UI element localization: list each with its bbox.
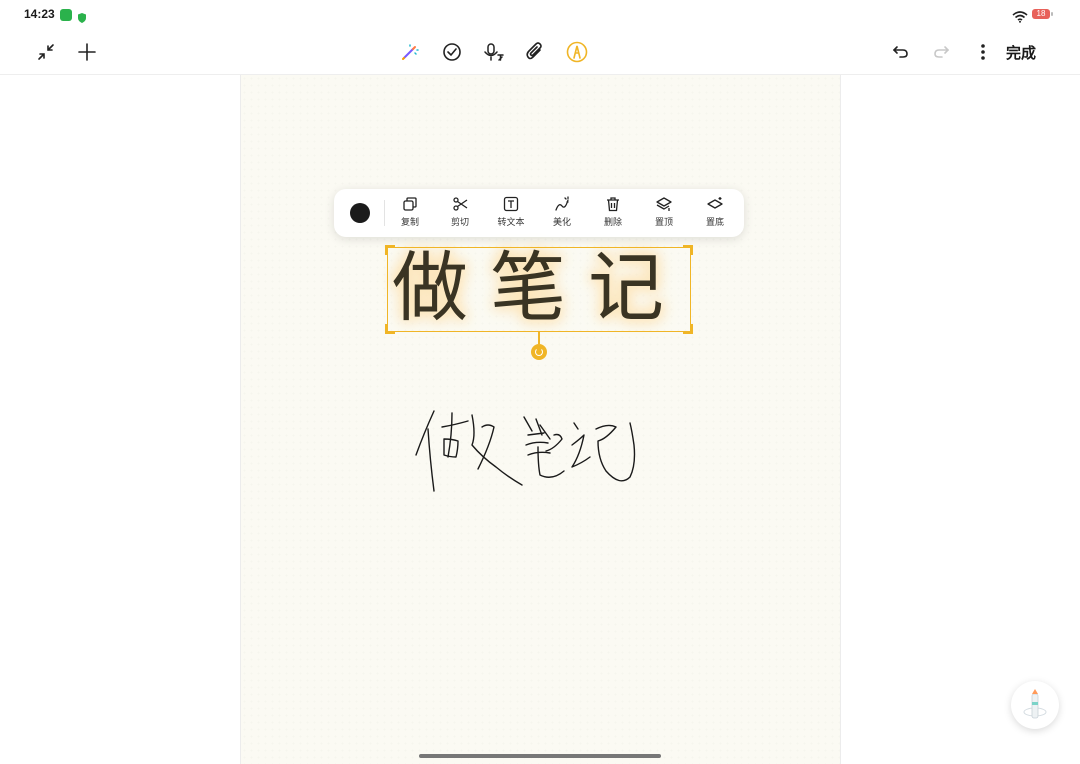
done-button[interactable]: 完成	[1006, 42, 1036, 63]
home-indicator[interactable]	[419, 754, 661, 758]
send-to-back-button[interactable]: 置底	[693, 196, 737, 232]
stylus-icon	[1023, 689, 1047, 719]
resize-handle-bottom-left[interactable]	[385, 324, 395, 334]
more-icon[interactable]	[967, 36, 999, 68]
cut-label: 剪切	[450, 218, 469, 228]
checkmark-icon[interactable]	[436, 36, 468, 68]
redo-icon[interactable]	[926, 36, 958, 68]
attachment-icon[interactable]	[519, 36, 551, 68]
status-bar: 14:23 18	[0, 0, 1080, 30]
convert-text-label: 转文本	[497, 218, 525, 228]
beautify-icon	[555, 196, 569, 211]
add-icon[interactable]	[71, 36, 103, 68]
battery-indicator: 18	[1032, 9, 1053, 19]
send-to-back-label: 置底	[705, 218, 724, 228]
copy-icon	[403, 197, 417, 211]
ink-color-swatch[interactable]	[350, 203, 370, 223]
rotate-handle[interactable]	[531, 344, 547, 360]
resize-handle-top-left[interactable]	[385, 245, 395, 255]
delete-button[interactable]: 删除	[591, 196, 635, 232]
top-toolbar: 完成	[0, 30, 1080, 75]
copy-label: 复制	[400, 218, 419, 228]
bring-to-front-icon	[656, 197, 672, 211]
bring-to-front-button[interactable]: 置顶	[642, 196, 686, 232]
scissors-icon	[453, 197, 468, 211]
beautify-button[interactable]: 美化	[540, 196, 584, 232]
status-time: 14:23	[24, 7, 55, 21]
handwriting-strokes[interactable]	[412, 405, 652, 501]
copy-button[interactable]: 复制	[388, 196, 432, 232]
convert-text-button[interactable]: 转文本	[489, 196, 533, 232]
selection-frame[interactable]	[385, 245, 693, 334]
send-to-back-icon	[707, 197, 723, 209]
text-convert-icon	[503, 196, 519, 212]
magic-pen-icon[interactable]	[394, 36, 426, 68]
resize-handle-top-right[interactable]	[683, 245, 693, 255]
voice-to-text-icon[interactable]	[478, 36, 510, 68]
divider	[384, 200, 385, 226]
cut-button[interactable]: 剪切	[438, 196, 482, 232]
pen-floating-button[interactable]	[1011, 681, 1059, 729]
collapse-icon[interactable]	[30, 36, 62, 68]
wifi-icon	[1012, 8, 1028, 27]
rotation-stem	[538, 331, 540, 344]
undo-icon[interactable]	[884, 36, 916, 68]
resize-handle-bottom-right[interactable]	[683, 324, 693, 334]
shield-icon	[76, 9, 88, 23]
trash-icon	[607, 197, 619, 212]
pen-tool-icon[interactable]	[561, 36, 593, 68]
app-notification-icon	[60, 9, 72, 21]
bring-to-front-label: 置顶	[654, 218, 673, 228]
delete-label: 删除	[603, 218, 622, 228]
selection-toolbar: 复制 剪切 转文本 美化 删除 置顶 置底	[334, 189, 744, 237]
beautify-label: 美化	[552, 218, 571, 228]
